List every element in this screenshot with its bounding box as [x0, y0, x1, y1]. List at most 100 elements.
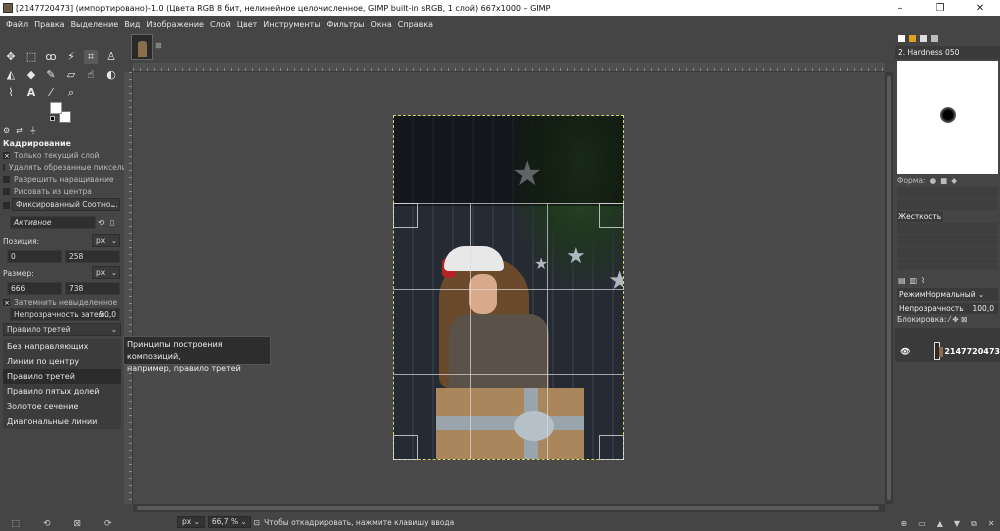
fixed-mode-select[interactable]: Фиксированный Соотно... ⌄: [12, 198, 120, 211]
portrait-icon[interactable]: ▯: [110, 218, 114, 227]
brush-angle-slider[interactable]: [897, 235, 998, 246]
menu-help[interactable]: Справка: [395, 20, 436, 29]
crop-icon[interactable]: ⌗: [84, 50, 98, 64]
highlight-checkbox[interactable]: × Затемнить невыделенное: [0, 296, 117, 308]
guide-option[interactable]: Правило пятых долей: [3, 384, 121, 399]
menu-image[interactable]: Изображение: [143, 20, 207, 29]
maximize-button[interactable]: ❐: [920, 3, 960, 14]
eraser-icon[interactable]: ▱: [64, 68, 78, 82]
layer-name[interactable]: 2147720473: [944, 347, 1000, 356]
menu-filters[interactable]: Фильтры: [324, 20, 368, 29]
brush-spikes-slider[interactable]: [897, 199, 998, 210]
brush-extra-slider[interactable]: [897, 259, 998, 270]
text-icon[interactable]: A: [24, 86, 38, 100]
brush-radius-slider[interactable]: [897, 187, 998, 198]
lock-position-icon[interactable]: ✥: [952, 315, 958, 324]
crop-handle-top-right[interactable]: [599, 203, 624, 228]
bucket-fill-icon[interactable]: ◆: [24, 68, 38, 82]
horizontal-ruler[interactable]: [133, 63, 885, 72]
brushes-tab-icon[interactable]: [898, 34, 905, 42]
paths-tab-icon[interactable]: ⌇: [921, 276, 925, 285]
reset-options-icon[interactable]: ⟳: [104, 519, 112, 529]
draw-from-center-checkbox[interactable]: Рисовать из центра: [0, 185, 123, 197]
highlight-opacity-slider[interactable]: Непрозрачность затем... 50,0: [10, 308, 120, 321]
diamond-shape-icon[interactable]: ◆: [951, 176, 957, 185]
menu-view[interactable]: Вид: [121, 20, 143, 29]
path-icon[interactable]: ⌇: [4, 86, 18, 100]
fixed-value-field[interactable]: Активное: [10, 216, 96, 229]
layer-row[interactable]: 👁 2147720473: [895, 340, 1000, 362]
layer-mode-select[interactable]: РежимНормальный ⌄: [897, 288, 998, 301]
lasso-icon[interactable]: ꝏ: [44, 50, 58, 64]
layer-opacity-slider[interactable]: Непрозрачность 100,0: [897, 303, 998, 314]
paintbrush-icon[interactable]: ✎: [44, 68, 58, 82]
move-icon[interactable]: ✥: [4, 50, 18, 64]
guides-select[interactable]: Правило третей ⌄: [3, 323, 121, 336]
fonts-tab-icon[interactable]: [920, 34, 927, 42]
image-tab-thumbnail[interactable]: [131, 34, 153, 60]
rect-select-icon[interactable]: ⬚: [24, 50, 38, 64]
menu-edit[interactable]: Правка: [31, 20, 67, 29]
zoom-select[interactable]: 66,7 % ⌄: [207, 516, 251, 528]
menu-layer[interactable]: Слой: [207, 20, 234, 29]
smudge-icon[interactable]: ☝: [84, 68, 98, 82]
lower-layer-icon[interactable]: ▼: [954, 519, 960, 528]
clone-stamp-icon[interactable]: ♙: [104, 50, 118, 64]
current-layer-only-checkbox[interactable]: × Только текущий слой: [0, 149, 123, 161]
guide-option[interactable]: Правило третей: [3, 369, 121, 384]
unit-select[interactable]: px ⌄: [177, 516, 205, 528]
channels-tab-icon[interactable]: ▥: [910, 276, 918, 285]
reset-icon[interactable]: ⟲: [98, 218, 104, 227]
guide-option[interactable]: Без направляющих: [3, 339, 121, 354]
allow-growing-checkbox[interactable]: Разрешить наращивание: [0, 173, 123, 185]
position-y-input[interactable]: 258: [65, 250, 120, 263]
scrollbar-thumb[interactable]: [137, 506, 879, 510]
close-icon[interactable]: ⊠: [155, 41, 162, 50]
size-height-input[interactable]: 738: [65, 282, 120, 295]
crop-guides[interactable]: [393, 203, 624, 460]
crop-handle-bottom-left[interactable]: [393, 435, 418, 460]
minimize-button[interactable]: –: [880, 3, 920, 14]
guide-option[interactable]: Линии по центру: [3, 354, 121, 369]
delete-layer-icon[interactable]: ✕: [988, 519, 995, 528]
crop-handle-top-left[interactable]: [393, 203, 418, 228]
vertical-ruler[interactable]: [124, 72, 133, 504]
layers-tab-icon[interactable]: ▤: [898, 276, 906, 285]
gradients-tab-icon[interactable]: [931, 34, 938, 42]
position-unit-select[interactable]: px ⌄: [92, 234, 120, 247]
position-x-input[interactable]: 0: [7, 250, 62, 263]
eye-icon[interactable]: 👁: [900, 347, 910, 356]
vertical-scrollbar[interactable]: [885, 72, 893, 504]
zoom-icon[interactable]: ⌕: [64, 86, 78, 100]
brush-spacing-slider[interactable]: [897, 247, 998, 258]
circle-shape-icon[interactable]: ●: [930, 176, 937, 185]
undo-history-tab-icon[interactable]: ⏚: [29, 125, 37, 136]
guide-option[interactable]: Диагональные линии: [3, 414, 121, 429]
lock-pixels-icon[interactable]: ⁄: [949, 315, 950, 324]
horizontal-scrollbar[interactable]: [133, 504, 885, 512]
brush-hardness-slider[interactable]: Жесткость: [897, 211, 943, 222]
fuzzy-select-icon[interactable]: ⚡: [64, 50, 78, 64]
menu-windows[interactable]: Окна: [368, 20, 395, 29]
guide-option[interactable]: Золотое сечение: [3, 399, 121, 414]
new-group-icon[interactable]: ▭: [918, 519, 926, 528]
restore-options-icon[interactable]: ⟲: [43, 519, 51, 529]
brush-aspect-slider[interactable]: [897, 223, 998, 234]
menu-file[interactable]: Файл: [3, 20, 31, 29]
menu-colors[interactable]: Цвет: [234, 20, 261, 29]
menu-select[interactable]: Выделение: [68, 20, 122, 29]
scrollbar-thumb[interactable]: [887, 76, 891, 500]
duplicate-layer-icon[interactable]: ⧉: [971, 519, 977, 529]
square-shape-icon[interactable]: ■: [940, 176, 947, 185]
crop-handle-bottom-right[interactable]: [599, 435, 624, 460]
patterns-tab-icon[interactable]: [909, 34, 916, 42]
size-unit-select[interactable]: px ⌄: [92, 266, 120, 279]
foreground-color[interactable]: [50, 102, 62, 114]
raise-layer-icon[interactable]: ▲: [937, 519, 943, 528]
default-colors-icon[interactable]: [50, 116, 55, 121]
size-width-input[interactable]: 666: [7, 282, 62, 295]
tool-options-tab-icon[interactable]: ⚙: [3, 126, 10, 135]
new-layer-icon[interactable]: ⊕: [901, 519, 908, 528]
color-picker-icon[interactable]: ⁄: [44, 86, 58, 100]
dodge-icon[interactable]: ◐: [104, 68, 118, 82]
